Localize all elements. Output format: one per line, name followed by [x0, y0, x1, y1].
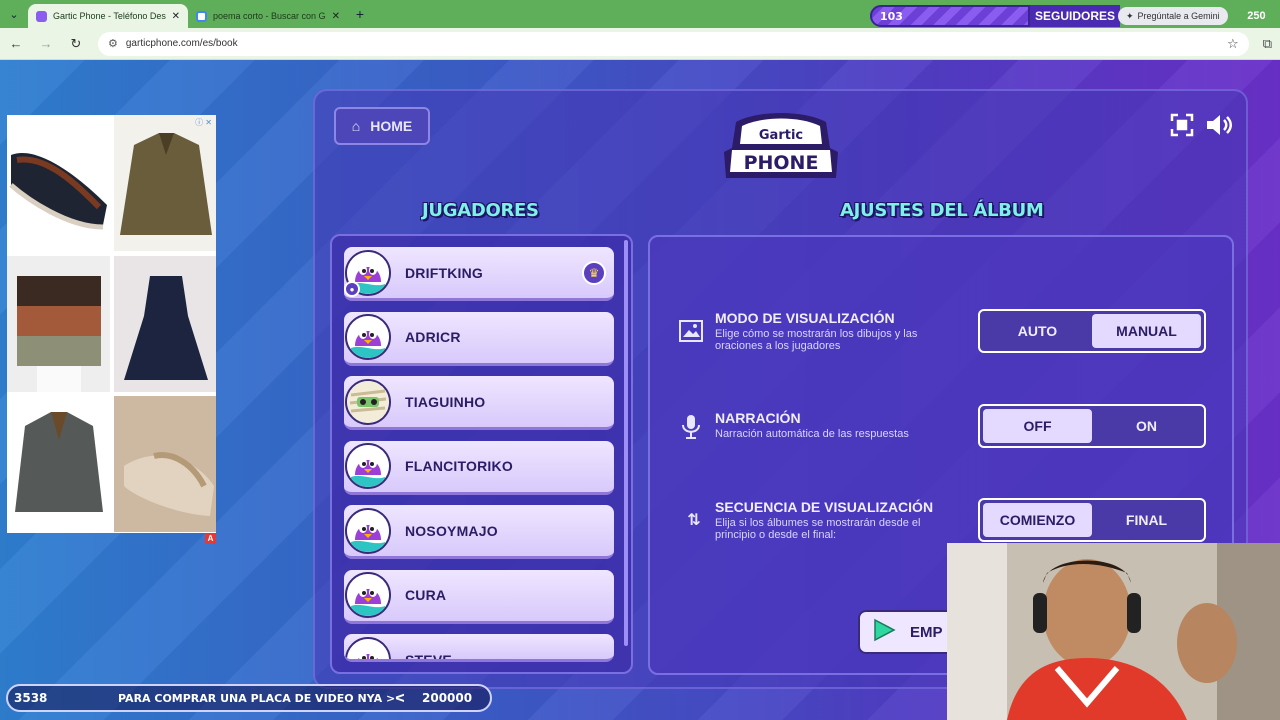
- home-icon: ⌂: [351, 118, 361, 134]
- address-bar[interactable]: ⚙ garticphone.com/es/book ☆: [98, 31, 1249, 56]
- ad-info-icon[interactable]: ⓘ ✕: [195, 117, 212, 128]
- goal-target: 200000: [422, 691, 473, 705]
- bird-avatar-icon: [345, 507, 391, 554]
- back-icon[interactable]: ←: [8, 36, 24, 51]
- image-icon: [678, 320, 704, 346]
- option-off[interactable]: OFF: [983, 409, 1092, 443]
- setting-description: Narración automática de las respuestas: [715, 428, 909, 440]
- setting-sequence: ⇅ SECUENCIA DE VISUALIZACIÓN Elija si lo…: [678, 498, 1208, 548]
- follower-goal: 250: [1227, 5, 1272, 27]
- gemini-label: Pregúntale a Gemini: [1137, 11, 1220, 21]
- setting-title: MODO DE VISUALIZACIÓN: [715, 310, 895, 326]
- sparkle-icon: ✦: [1126, 10, 1134, 21]
- gartic-favicon-icon: [36, 10, 47, 22]
- settings-title: AJUSTES DEL ÁLBUM: [840, 200, 1044, 221]
- sequence-toggle[interactable]: COMIENZO FINAL: [978, 498, 1206, 542]
- player-card[interactable]: NOSOYMAJO: [344, 505, 614, 559]
- players-scrollbar[interactable]: [624, 240, 628, 646]
- bird-avatar-icon: [345, 637, 391, 659]
- tab-title: Gartic Phone - Teléfono Descon: [53, 11, 166, 21]
- bird-avatar-icon: [345, 443, 391, 489]
- followers-label: SEGUIDORES: [1030, 5, 1120, 27]
- option-on[interactable]: ON: [1092, 409, 1201, 443]
- ad-sweater-image[interactable]: ⓘ ✕: [113, 115, 216, 252]
- user-icon: ●: [344, 281, 360, 297]
- streamer-webcam: [947, 543, 1280, 720]
- svg-text:Gartic: Gartic: [759, 128, 803, 143]
- home-label: HOME: [370, 118, 413, 134]
- ad-sandals-image[interactable]: [113, 396, 216, 533]
- ad-jacket-image[interactable]: [7, 396, 110, 533]
- player-card[interactable]: CURA: [344, 569, 614, 624]
- bookmark-star-icon[interactable]: ☆: [1227, 36, 1239, 52]
- gartic-phone-logo: Gartic PHONE: [718, 108, 844, 186]
- ad-dress-image[interactable]: [113, 255, 216, 393]
- browser-tab-google[interactable]: poema corto - Buscar con Goog ✕: [188, 4, 348, 28]
- extensions-icon[interactable]: ⧉: [1263, 36, 1272, 52]
- microphone-icon: [678, 414, 704, 440]
- gemini-button[interactable]: ✦ Pregúntale a Gemini: [1118, 7, 1228, 25]
- close-icon[interactable]: ✕: [172, 11, 180, 22]
- player-name: FLANCITORIKO: [405, 458, 513, 474]
- tab-search-icon[interactable]: ⌄: [0, 0, 28, 28]
- reload-icon[interactable]: ↻: [68, 36, 84, 52]
- setting-title: SECUENCIA DE VISUALIZACIÓN: [715, 499, 934, 515]
- stream-goal-bar: 3538 PARA COMPRAR UNA PLACA DE VIDEO NYA…: [6, 684, 492, 712]
- player-name: TIAGUINHO: [405, 393, 486, 410]
- setting-title: NARRACIÓN: [715, 410, 801, 426]
- goal-text: PARA COMPRAR UNA PLACA DE VIDEO NYA >ᐸ: [118, 691, 405, 705]
- ad-blouse-image[interactable]: [7, 255, 110, 393]
- player-card[interactable]: TIAGUINHO: [344, 376, 614, 430]
- player-card[interactable]: FLANCITORIKO: [344, 440, 614, 495]
- tab-title: poema corto - Buscar con Goog: [213, 11, 326, 21]
- option-manual[interactable]: MANUAL: [1092, 314, 1201, 348]
- option-end[interactable]: FINAL: [1092, 503, 1201, 537]
- play-icon: [872, 618, 896, 646]
- browser-tab-gartic[interactable]: Gartic Phone - Teléfono Descon ✕: [28, 4, 188, 28]
- bird-avatar-icon: [345, 572, 391, 618]
- goal-current: 3538: [14, 691, 48, 705]
- player-name: CURA: [405, 587, 447, 603]
- svg-text:PHONE: PHONE: [744, 152, 819, 174]
- close-icon[interactable]: ✕: [332, 11, 340, 22]
- player-name: NOSOYMAJO: [405, 522, 498, 539]
- home-button[interactable]: ⌂ HOME: [334, 107, 430, 145]
- crown-icon: ♛: [582, 261, 606, 285]
- url-text: garticphone.com/es/book: [125, 38, 238, 49]
- players-title: JUGADORES: [422, 200, 539, 221]
- up-down-arrows-icon: ⇅: [687, 512, 701, 529]
- browser-toolbar: ← → ↻ ⚙ garticphone.com/es/book ☆ ⧉: [0, 28, 1280, 60]
- follower-count: 103: [870, 5, 1030, 27]
- new-tab-button[interactable]: +: [348, 6, 372, 22]
- bird-avatar-icon: [345, 314, 391, 360]
- player-name: STEVE: [405, 652, 452, 662]
- player-card[interactable]: STEVE: [344, 634, 614, 662]
- option-auto[interactable]: AUTO: [983, 314, 1092, 348]
- player-name: ADRICR: [405, 329, 461, 345]
- display-mode-toggle[interactable]: AUTO MANUAL: [978, 309, 1206, 353]
- site-info-icon[interactable]: ⚙: [108, 37, 118, 50]
- setting-description: Elija si los álbumes se mostrarán desde …: [715, 517, 921, 541]
- option-start[interactable]: COMIENZO: [983, 503, 1092, 537]
- adchoices-icon[interactable]: A: [205, 533, 216, 544]
- start-label: EMP: [910, 623, 943, 641]
- volume-icon[interactable]: [1205, 113, 1232, 139]
- google-favicon-icon: [196, 10, 207, 22]
- ad-shoes-image[interactable]: [7, 115, 110, 252]
- forward-icon[interactable]: →: [38, 36, 54, 51]
- setting-display-mode: MODO DE VISUALIZACIÓN Elige cómo se most…: [678, 308, 1208, 358]
- player-card[interactable]: DRIFTKING ♛ ●: [344, 247, 614, 301]
- ad-banner[interactable]: ⓘ ✕: [7, 115, 216, 533]
- setting-narration: NARRACIÓN Narración automática de las re…: [678, 404, 1208, 454]
- fullscreen-icon[interactable]: [1170, 113, 1196, 139]
- player-name: DRIFTKING: [405, 264, 484, 281]
- follower-goal-overlay: 103 SEGUIDORES ✦ Pregúntale a Gemini 250: [870, 4, 1280, 28]
- mummy-avatar-icon: [345, 378, 391, 425]
- setting-description: Elige cómo se mostrarán los dibujos y la…: [715, 328, 918, 352]
- player-card[interactable]: ADRICR: [344, 311, 614, 366]
- narration-toggle[interactable]: OFF ON: [978, 404, 1206, 448]
